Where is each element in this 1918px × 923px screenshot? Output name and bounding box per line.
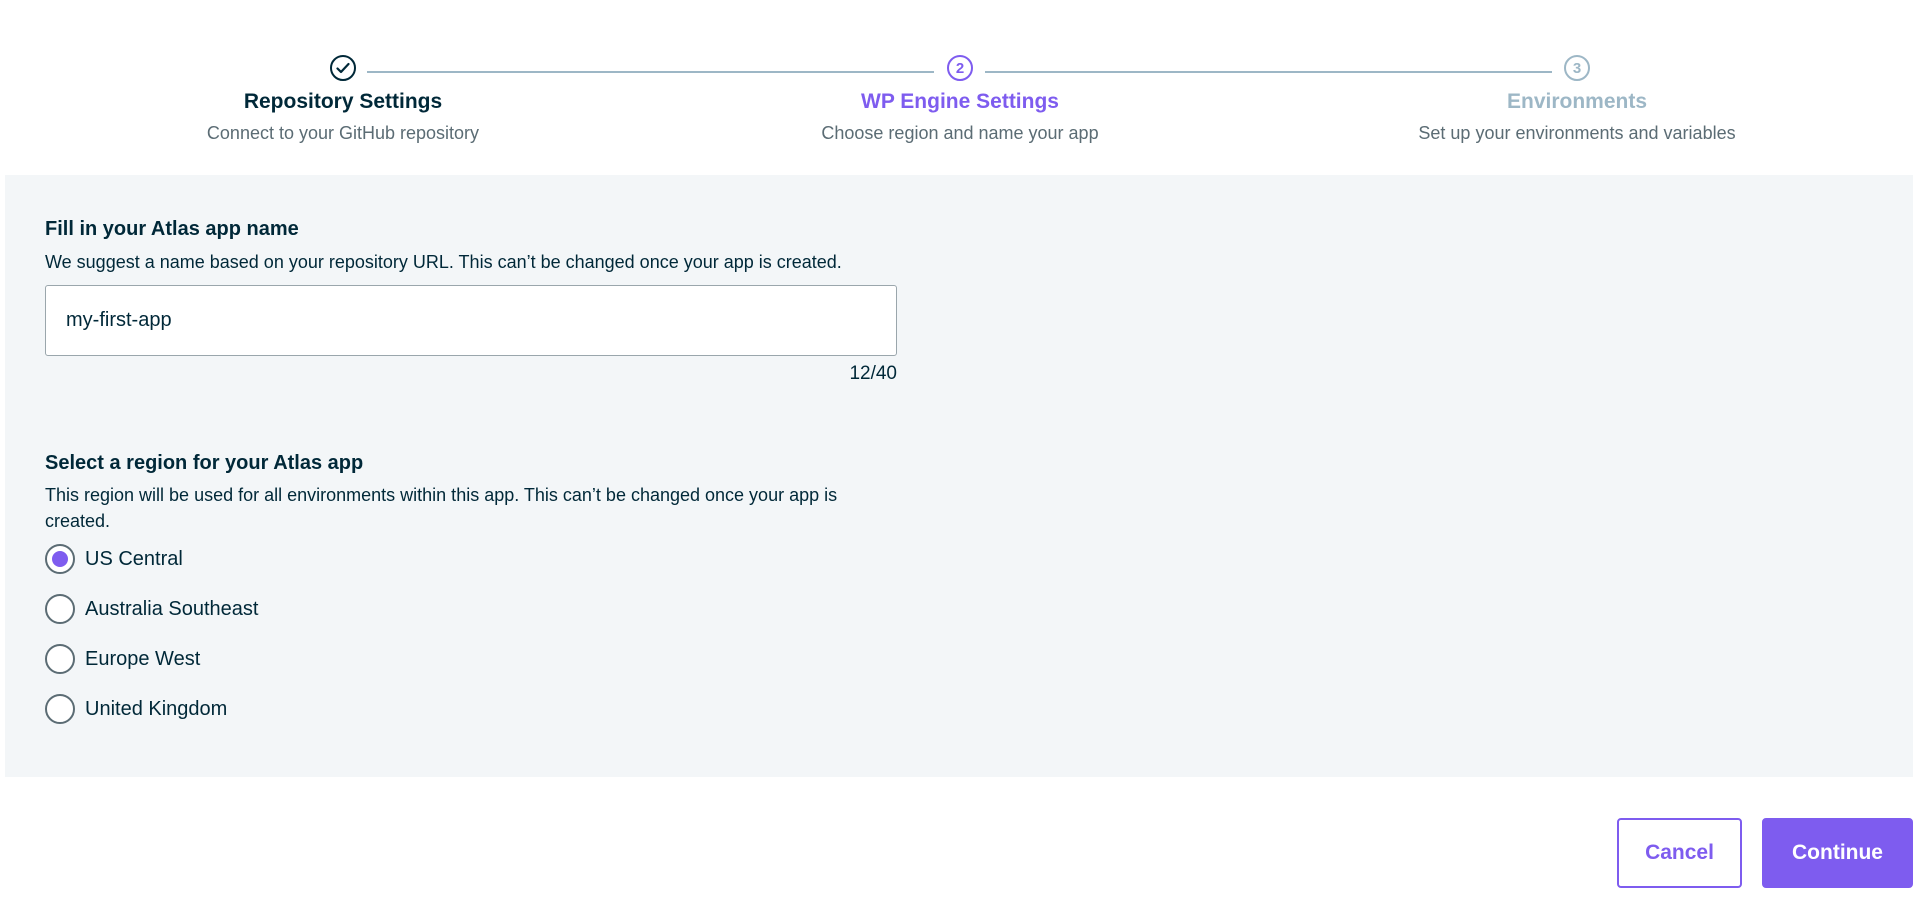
app-name-heading: Fill in your Atlas app name <box>45 218 299 240</box>
cancel-button[interactable]: Cancel <box>1617 818 1742 888</box>
step-subtitle: Connect to your GitHub repository <box>206 123 480 143</box>
radio-unselected-icon[interactable] <box>45 694 75 724</box>
step-title: Environments <box>1506 90 1648 113</box>
region-option-us-central[interactable]: US Central <box>45 543 183 575</box>
settings-panel: Fill in your Atlas app name We suggest a… <box>5 175 1913 777</box>
step-subtitle: Set up your environments and variables <box>1418 123 1736 143</box>
step-number-3-icon: 3 <box>1564 55 1590 81</box>
step-subtitle: Choose region and name your app <box>821 123 1099 143</box>
step-wp-engine-settings[interactable]: 2 WP Engine Settings Choose region and n… <box>750 55 1170 147</box>
character-counter: 12/40 <box>849 363 897 384</box>
continue-button[interactable]: Continue <box>1762 818 1913 888</box>
check-circle-icon <box>330 55 356 81</box>
step-title: WP Engine Settings <box>861 90 1059 113</box>
region-option-united-kingdom[interactable]: United Kingdom <box>45 693 227 725</box>
region-option-label: Australia Southeast <box>85 597 259 620</box>
step-number-2-icon: 2 <box>947 55 973 81</box>
region-option-label: Europe West <box>85 647 201 670</box>
wizard-stepper: Repository Settings Connect to your GitH… <box>0 0 1918 175</box>
region-option-australia-southeast[interactable]: Australia Southeast <box>45 593 258 625</box>
region-description: This region will be used for all environ… <box>45 485 838 531</box>
step-title: Repository Settings <box>243 90 443 113</box>
app-name-description: We suggest a name based on your reposito… <box>45 252 842 272</box>
region-heading: Select a region for your Atlas app <box>45 452 364 474</box>
region-option-europe-west[interactable]: Europe West <box>45 643 200 675</box>
app-name-input[interactable] <box>45 285 897 356</box>
radio-unselected-icon[interactable] <box>45 594 75 624</box>
region-option-label: United Kingdom <box>85 697 228 720</box>
radio-unselected-icon[interactable] <box>45 644 75 674</box>
step-environments[interactable]: 3 Environments Set up your environments … <box>1367 55 1787 147</box>
step-repository-settings[interactable]: Repository Settings Connect to your GitH… <box>133 55 553 147</box>
radio-selected-icon[interactable] <box>45 544 75 574</box>
region-option-label: US Central <box>85 547 183 570</box>
